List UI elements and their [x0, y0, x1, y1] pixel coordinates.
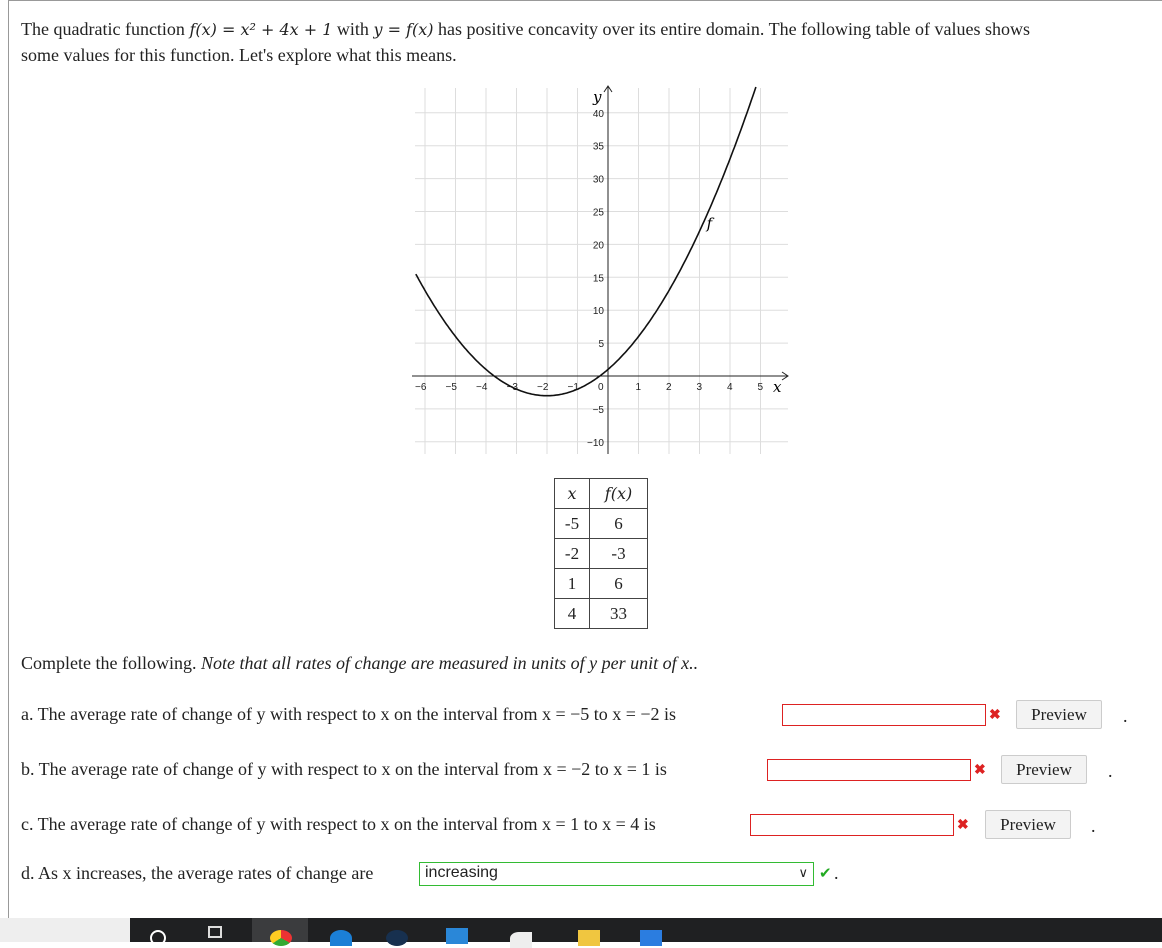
function-expression: f(x) = x² + 4x + 1: [189, 20, 333, 39]
intro-text: The quadratic function: [21, 19, 190, 39]
x-tick-label: −6: [415, 382, 427, 393]
header-x: x: [554, 478, 590, 509]
question-c: c. The average rate of change of y with …: [21, 814, 656, 834]
incorrect-icon: ✖: [989, 708, 1001, 723]
selected-value: increasing: [425, 864, 498, 881]
answer-b-input[interactable]: [767, 759, 971, 781]
taskbar-gap: [0, 918, 130, 942]
x-tick-label: 0: [598, 382, 604, 393]
task-view-icon[interactable]: [208, 926, 222, 938]
x-tick-label: 3: [697, 382, 703, 393]
period: .: [1108, 761, 1113, 781]
edge-icon[interactable]: [330, 930, 352, 946]
chevron-down-icon: ∨: [798, 865, 808, 880]
word-icon[interactable]: [640, 930, 662, 946]
cell: 6: [589, 568, 648, 599]
x-tick-label: −2: [537, 382, 549, 393]
table-row: 4 33: [554, 598, 648, 629]
chrome-icon[interactable]: [270, 930, 292, 946]
taskbar: [130, 918, 1162, 948]
period: .: [1091, 816, 1096, 836]
answer-a-input[interactable]: [782, 704, 986, 726]
instructions-note: Note that all rates of change are measur…: [200, 653, 699, 673]
app2-icon[interactable]: [510, 932, 532, 948]
intro-text: has positive concavity over its entire d…: [433, 19, 1031, 39]
intro-line-2: some values for this function. Let's exp…: [21, 45, 457, 65]
period: .: [1123, 706, 1128, 726]
y-tick-label: 15: [593, 273, 605, 284]
cell: 4: [554, 598, 590, 629]
preview-b-button[interactable]: Preview: [1001, 755, 1087, 784]
x-tick-label: 4: [727, 382, 733, 393]
x-tick-label: 1: [636, 382, 642, 393]
question-b: b. The average rate of change of y with …: [21, 759, 667, 779]
x-tick-label: −4: [476, 382, 488, 393]
table-row: -5 6: [554, 508, 648, 539]
answer-d-select[interactable]: increasing ∨: [419, 862, 814, 886]
preview-c-button[interactable]: Preview: [985, 810, 1071, 839]
incorrect-icon: ✖: [957, 818, 969, 833]
cell: 33: [589, 598, 648, 629]
folder-icon[interactable]: [578, 930, 600, 946]
period: .: [834, 863, 839, 883]
search-icon[interactable]: [150, 930, 166, 946]
y-tick-label: 20: [593, 240, 605, 251]
table-row: 16: [554, 568, 648, 599]
x-tick-label: 2: [666, 382, 672, 393]
answer-c-input[interactable]: [750, 814, 954, 836]
instructions: Complete the following. Note that all ra…: [21, 653, 698, 674]
curve-label: f: [706, 215, 715, 233]
preview-a-button[interactable]: Preview: [1016, 700, 1102, 729]
cell: 6: [589, 508, 648, 539]
curve-f: [415, 86, 757, 397]
y-axis-label: y: [592, 88, 602, 106]
incorrect-icon: ✖: [974, 763, 986, 778]
table-row: -2 -3: [554, 538, 648, 569]
cell: -5: [554, 508, 590, 539]
y-tick-label: 40: [593, 109, 605, 120]
y-tick-label: 30: [593, 175, 605, 186]
y-tick-label: 5: [598, 339, 604, 350]
cell: 1: [554, 568, 590, 599]
instructions-text: Complete the following.: [21, 653, 201, 673]
x-tick-label: −5: [446, 382, 458, 393]
question-d: d. As x increases, the average rates of …: [21, 863, 374, 883]
function-def: y = f(x): [373, 20, 434, 39]
question-a: a. The average rate of change of y with …: [21, 704, 677, 724]
y-tick-label: 25: [593, 208, 605, 219]
x-axis-label: x: [773, 378, 782, 396]
correct-icon: ✔: [819, 866, 832, 882]
y-tick-label: −5: [593, 405, 605, 416]
cell: -3: [589, 538, 648, 569]
y-tick-label: 35: [593, 142, 605, 153]
x-tick-label: 5: [758, 382, 764, 393]
values-table: x f(x) -5 6 -2 -3 16 4 33: [554, 478, 648, 629]
intro-text: with: [332, 19, 374, 39]
header-fx: f(x): [589, 478, 648, 509]
function-graph: −6 −5 −4 −3 −2 −1 0 1 2 3 4 5−10−5510152025303540yx…: [412, 85, 789, 454]
cell: -2: [554, 538, 590, 569]
y-tick-label: −10: [587, 438, 604, 449]
y-tick-label: 10: [593, 306, 605, 317]
app-icon[interactable]: [386, 930, 408, 946]
intro-line-1: The quadratic function f(x) = x² + 4x + …: [21, 19, 1030, 40]
